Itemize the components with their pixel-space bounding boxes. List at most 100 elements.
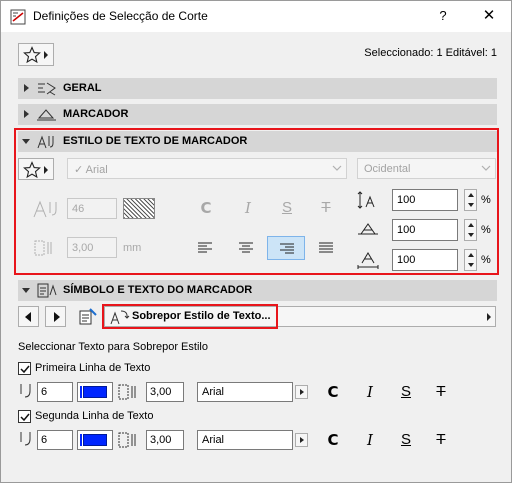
second-line-checkbox[interactable] bbox=[18, 410, 31, 423]
first-line-label: Primeira Linha de Texto bbox=[35, 362, 151, 374]
width-factor-input[interactable]: 100 bbox=[392, 189, 458, 211]
star-icon bbox=[23, 46, 41, 64]
chevron-right-icon bbox=[487, 313, 491, 321]
first-line-underline-button[interactable]: S bbox=[392, 380, 420, 404]
window-title: Definições de Selecção de Corte bbox=[33, 9, 208, 23]
text-height-field[interactable]: 46 bbox=[67, 198, 117, 219]
percent-label: % bbox=[481, 254, 491, 266]
font-value: ✓ Arial bbox=[74, 164, 108, 176]
second-line-bold-button[interactable]: C bbox=[319, 428, 347, 452]
first-line-spacing-input[interactable]: 3,00 bbox=[146, 382, 184, 402]
bold-button[interactable]: C bbox=[192, 196, 220, 220]
second-line-italic-button[interactable]: I bbox=[356, 428, 384, 452]
close-button[interactable]: ✕ bbox=[475, 3, 503, 29]
title-bar: Definições de Selecção de Corte ? ✕ bbox=[1, 1, 511, 32]
section-label: SÍMBOLO E TEXTO DO MARCADOR bbox=[63, 284, 253, 296]
align-left-button[interactable] bbox=[186, 236, 224, 260]
second-line-font-input[interactable]: Arial bbox=[197, 430, 293, 450]
highlight-box bbox=[102, 304, 278, 329]
percent-label: % bbox=[481, 194, 491, 206]
width-factor-spinner[interactable] bbox=[464, 189, 477, 211]
width-factor-icon bbox=[357, 191, 375, 209]
first-line-checkbox[interactable] bbox=[18, 362, 31, 375]
second-line-strikethrough-button[interactable]: T bbox=[427, 428, 455, 452]
second-line-pen-color[interactable] bbox=[77, 430, 113, 450]
second-line-spacing-input[interactable]: 3,00 bbox=[146, 430, 184, 450]
italic-button[interactable]: I bbox=[234, 196, 262, 220]
selection-count: Seleccionado: 1 Editável: 1 bbox=[364, 47, 497, 59]
line-spacing-icon bbox=[118, 384, 136, 400]
width-factor-value: 100 bbox=[397, 194, 416, 206]
slant-input[interactable]: 100 bbox=[392, 219, 458, 241]
align-justify-button[interactable] bbox=[307, 236, 345, 260]
align-center-icon bbox=[239, 242, 253, 253]
previous-button[interactable] bbox=[18, 306, 39, 327]
align-center-button[interactable] bbox=[227, 236, 265, 260]
second-line-pen-input[interactable]: 6 bbox=[37, 430, 73, 450]
line-spacing-field[interactable]: 3,00 bbox=[67, 237, 117, 258]
first-line-bold-button[interactable]: C bbox=[319, 380, 347, 404]
font-value: Arial bbox=[202, 434, 225, 446]
align-justify-icon bbox=[319, 242, 333, 253]
second-line-font-menu[interactable] bbox=[295, 433, 308, 447]
pen-height-icon bbox=[20, 432, 31, 446]
section-label: MARCADOR bbox=[63, 108, 129, 120]
help-button[interactable]: ? bbox=[429, 3, 457, 29]
symbol-text-icon bbox=[37, 283, 57, 298]
align-right-button[interactable] bbox=[267, 236, 305, 260]
line-spacing-icon bbox=[118, 432, 136, 448]
char-spacing-value: 100 bbox=[397, 254, 416, 266]
first-line-italic-button[interactable]: I bbox=[356, 380, 384, 404]
line-spacing-icon bbox=[34, 240, 52, 256]
char-spacing-spinner[interactable] bbox=[464, 249, 477, 271]
section-label: GERAL bbox=[63, 82, 102, 94]
section-simbolo-texto[interactable]: SÍMBOLO E TEXTO DO MARCADOR bbox=[18, 280, 497, 301]
script-dropdown[interactable]: Ocidental bbox=[357, 158, 496, 179]
text-height-value: 46 bbox=[72, 203, 85, 215]
text-height-icon bbox=[33, 200, 57, 218]
first-line-pen-input[interactable]: 6 bbox=[37, 382, 73, 402]
first-line-font-input[interactable]: Arial bbox=[197, 382, 293, 402]
section-marcador[interactable]: MARCADOR bbox=[18, 104, 497, 125]
section-estilo-texto[interactable]: ESTILO DE TEXTO DE MARCADOR bbox=[18, 131, 497, 152]
text-favorites-button[interactable] bbox=[18, 158, 54, 180]
script-value: Ocidental bbox=[364, 163, 411, 175]
pen-height-icon bbox=[20, 384, 31, 398]
unit-label: mm bbox=[123, 242, 142, 254]
settings-dialog: Definições de Selecção de Corte ? ✕ Sele… bbox=[0, 0, 512, 483]
second-line-underline-button[interactable]: S bbox=[392, 428, 420, 452]
checkmark-icon bbox=[20, 413, 30, 422]
text-edit-icon[interactable] bbox=[78, 307, 98, 327]
marker-icon bbox=[37, 109, 56, 121]
percent-label: % bbox=[481, 224, 491, 236]
chevron-down-icon bbox=[481, 165, 491, 171]
font-dropdown[interactable]: ✓ Arial bbox=[67, 158, 347, 179]
star-icon bbox=[23, 161, 41, 179]
section-selection-icon bbox=[10, 9, 26, 25]
arrow-left-icon bbox=[25, 312, 31, 322]
underline-button[interactable]: S bbox=[273, 196, 301, 220]
text-pen-swatch[interactable] bbox=[123, 198, 155, 219]
second-line-label: Segunda Linha de Texto bbox=[35, 410, 154, 422]
pen-value: 6 bbox=[41, 434, 48, 446]
strikethrough-button[interactable]: T bbox=[312, 196, 340, 220]
first-line-font-menu[interactable] bbox=[295, 385, 308, 399]
checkmark-icon bbox=[20, 365, 30, 374]
collapse-icon bbox=[22, 288, 30, 293]
next-button[interactable] bbox=[45, 306, 66, 327]
favorites-button[interactable] bbox=[18, 43, 54, 66]
section-geral[interactable]: GERAL bbox=[18, 78, 497, 99]
first-line-pen-color[interactable] bbox=[77, 382, 113, 402]
font-value: Arial bbox=[202, 386, 225, 398]
arrow-right-icon bbox=[54, 312, 60, 322]
line-spacing-value: 3,00 bbox=[72, 242, 94, 254]
chevron-right-icon bbox=[44, 51, 48, 59]
char-spacing-input[interactable]: 100 bbox=[392, 249, 458, 271]
general-settings-icon bbox=[38, 82, 56, 96]
chevron-right-icon bbox=[44, 166, 48, 174]
slant-spinner[interactable] bbox=[464, 219, 477, 241]
expand-icon bbox=[24, 110, 29, 118]
select-text-label: Seleccionar Texto para Sobrepor Estilo bbox=[18, 341, 208, 353]
collapse-icon bbox=[22, 139, 30, 144]
first-line-strikethrough-button[interactable]: T bbox=[427, 380, 455, 404]
